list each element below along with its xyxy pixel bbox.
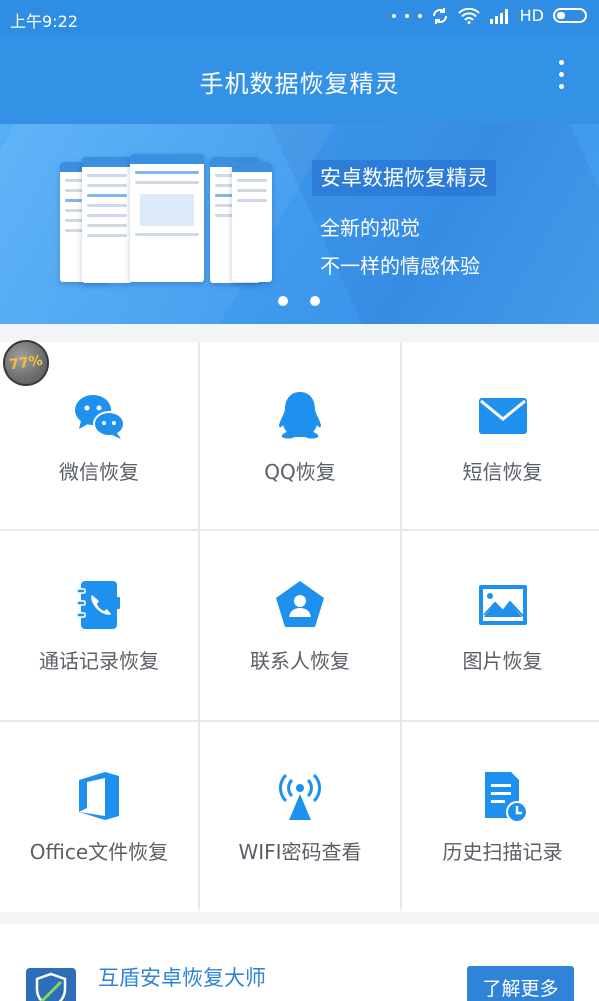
- tile-scan-history[interactable]: 历史扫描记录: [402, 722, 599, 912]
- signal-icon: [489, 8, 508, 24]
- tile-label: 短信恢复: [462, 460, 543, 484]
- tile-label: QQ恢复: [264, 460, 336, 484]
- status-time: 上午9:22: [10, 12, 78, 31]
- image-icon: [478, 585, 527, 625]
- tile-sms-recovery[interactable]: 短信恢复: [402, 342, 599, 529]
- banner-heading: 安卓数据恢复精灵: [312, 160, 496, 196]
- status-bar: 上午9:22 HD: [0, 0, 599, 34]
- tile-label: 图片恢复: [462, 649, 543, 673]
- tile-label: Office文件恢复: [29, 840, 169, 864]
- promo-title[interactable]: 互盾安卓恢复大师: [98, 962, 266, 992]
- tile-contact-recovery[interactable]: 联系人恢复: [200, 531, 400, 720]
- tile-image-recovery[interactable]: 图片恢复: [402, 531, 599, 720]
- network-type: HD: [519, 6, 544, 25]
- wifi-status-icon: [457, 7, 480, 24]
- qq-icon: [279, 392, 321, 439]
- feature-grid: 微信恢复 QQ恢复 短信恢复 通话记录恢复 联系人恢复 图片恢复 Office文…: [0, 342, 599, 912]
- banner-line-1: 全新的视觉: [320, 216, 420, 240]
- banner-line-2: 不一样的情感体验: [320, 254, 480, 278]
- dot-icon: [417, 13, 422, 18]
- page-title: 手机数据恢复精灵: [199, 70, 400, 98]
- shield-logo-icon: [26, 968, 76, 1001]
- tile-wifi-password[interactable]: WIFI密码查看: [200, 722, 400, 912]
- wechat-icon: [75, 395, 125, 439]
- carousel-dot: [310, 296, 320, 306]
- wifi-icon: [279, 773, 321, 820]
- carousel-indicator[interactable]: [278, 296, 320, 306]
- phone-illustration: [60, 154, 280, 309]
- carousel-dot: [278, 296, 288, 306]
- call-log-icon: [76, 581, 120, 629]
- tile-label: 联系人恢复: [250, 649, 350, 673]
- sms-icon: [478, 398, 527, 434]
- tile-label: WIFI密码查看: [238, 840, 362, 864]
- app-bar: 手机数据恢复精灵: [0, 34, 599, 124]
- promo-strip: 互盾安卓恢复大师 了解更多: [0, 918, 599, 1001]
- tile-qq-recovery[interactable]: QQ恢复: [200, 342, 400, 529]
- contact-icon: [276, 581, 324, 627]
- tile-label: 通话记录恢复: [39, 649, 159, 673]
- dot-icon: [391, 13, 396, 18]
- more-options-icon[interactable]: [555, 60, 567, 89]
- office-icon: [79, 772, 119, 820]
- battery-icon: [553, 8, 587, 23]
- sync-icon: [432, 7, 447, 24]
- tile-label: 微信恢复: [59, 460, 139, 484]
- history-icon: [484, 772, 528, 823]
- tile-office-recovery[interactable]: Office文件恢复: [0, 722, 198, 912]
- promo-banner[interactable]: 安卓数据恢复精灵 全新的视觉 不一样的情感体验: [0, 124, 599, 324]
- tile-label: 历史扫描记录: [442, 840, 563, 864]
- dot-icon: [404, 13, 409, 18]
- tile-call-log-recovery[interactable]: 通话记录恢复: [0, 531, 198, 720]
- status-icons: HD: [391, 6, 587, 25]
- learn-more-button[interactable]: 了解更多: [467, 966, 574, 1001]
